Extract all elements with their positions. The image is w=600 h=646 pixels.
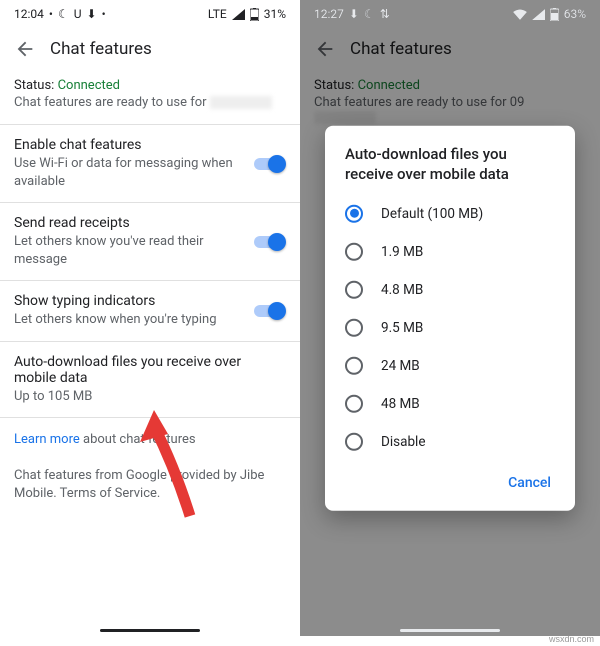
setting-title: Send read receipts <box>14 215 236 231</box>
back-icon[interactable] <box>14 38 36 60</box>
network-label: LTE <box>208 7 227 21</box>
setting-sub: Up to 105 MB <box>14 388 286 406</box>
carrier-icon: U <box>74 7 82 21</box>
learn-more-row: Learn more about chat features <box>14 418 286 447</box>
setting-title: Auto-download files you receive over mob… <box>14 354 286 386</box>
signal-icon <box>232 9 245 20</box>
toggle-read-receipts[interactable] <box>252 233 286 251</box>
dialog-title: Auto-download files you receive over mob… <box>325 144 575 195</box>
setting-sub: Use Wi-Fi or data for messaging when ava… <box>14 155 236 190</box>
page-title: Chat features <box>50 39 152 59</box>
radio-option[interactable]: 24 MB <box>325 346 575 384</box>
setting-title: Show typing indicators <box>14 293 236 309</box>
radio-option[interactable]: 4.8 MB <box>325 270 575 308</box>
download-icon: ⬇ <box>349 7 359 21</box>
setting-sub: Let others know you've read their messag… <box>14 233 236 268</box>
watermark: wsxdn.com <box>549 634 594 644</box>
radio-label: 48 MB <box>381 395 420 411</box>
radio-icon[interactable] <box>345 432 363 450</box>
nav-bar[interactable] <box>0 629 300 632</box>
moon-icon: ☾ <box>364 7 375 21</box>
radio-icon[interactable] <box>345 356 363 374</box>
wifi-icon <box>513 9 527 20</box>
radio-label: Default (100 MB) <box>381 205 483 221</box>
redacted-number <box>210 96 272 109</box>
radio-icon[interactable] <box>345 394 363 412</box>
radio-label: 24 MB <box>381 357 420 373</box>
learn-more-link[interactable]: Learn more <box>14 432 80 447</box>
setting-title: Enable chat features <box>14 137 236 153</box>
phone-right: 12:27 ⬇ ☾ ⇅ 63% Chat features Status <box>300 0 600 636</box>
moon-icon: ☾ <box>58 7 69 21</box>
data-icon: ⇅ <box>380 7 390 21</box>
row-read-receipts[interactable]: Send read receipts Let others know you'v… <box>14 203 286 280</box>
row-enable-chat[interactable]: Enable chat features Use Wi-Fi or data f… <box>14 125 286 202</box>
radio-label: 4.8 MB <box>381 281 423 297</box>
status-bar: 12:04 • ☾ U ⬇ • LTE 31% <box>0 0 300 28</box>
nav-bar[interactable] <box>300 629 600 632</box>
status-label: Status: <box>14 78 54 93</box>
radio-option[interactable]: Default (100 MB) <box>325 194 575 232</box>
cancel-button[interactable]: Cancel <box>498 466 561 498</box>
row-typing-indicators[interactable]: Show typing indicators Let others know w… <box>14 281 286 341</box>
radio-option[interactable]: 9.5 MB <box>325 308 575 346</box>
row-auto-download[interactable]: Auto-download files you receive over mob… <box>14 342 286 418</box>
phone-left: 12:04 • ☾ U ⬇ • LTE 31% Chat features St… <box>0 0 300 636</box>
footer-text: Chat features from Google provided by Ji… <box>14 447 286 503</box>
header: Chat features <box>0 28 300 74</box>
toggle-typing-indicators[interactable] <box>252 302 286 320</box>
status-value: Connected <box>58 78 120 93</box>
radio-label: 1.9 MB <box>381 243 423 259</box>
battery-icon <box>550 8 559 21</box>
status-time: 12:27 <box>314 7 344 21</box>
auto-download-dialog: Auto-download files you receive over mob… <box>325 126 575 511</box>
radio-icon[interactable] <box>345 318 363 336</box>
status-row: Status: Connected <box>14 74 286 95</box>
dot-icon: • <box>102 7 106 21</box>
status-description: Chat features are ready to use for <box>14 95 286 110</box>
status-time: 12:04 <box>14 7 44 21</box>
radio-icon[interactable] <box>345 204 363 222</box>
radio-option[interactable]: 1.9 MB <box>325 232 575 270</box>
status-bar-overlay: 12:27 ⬇ ☾ ⇅ 63% <box>300 0 600 28</box>
toggle-enable-chat[interactable] <box>252 155 286 173</box>
battery-icon <box>250 8 259 21</box>
radio-label: 9.5 MB <box>381 319 423 335</box>
radio-icon[interactable] <box>345 242 363 260</box>
battery-label: 31% <box>264 7 286 21</box>
radio-option[interactable]: 48 MB <box>325 384 575 422</box>
dnd-icon: • <box>49 7 53 21</box>
radio-icon[interactable] <box>345 280 363 298</box>
signal-icon <box>532 9 545 20</box>
battery-label: 63% <box>564 7 586 21</box>
setting-sub: Let others know when you're typing <box>14 311 236 329</box>
download-icon: ⬇ <box>87 7 97 21</box>
radio-label: Disable <box>381 433 425 449</box>
radio-option[interactable]: Disable <box>325 422 575 460</box>
